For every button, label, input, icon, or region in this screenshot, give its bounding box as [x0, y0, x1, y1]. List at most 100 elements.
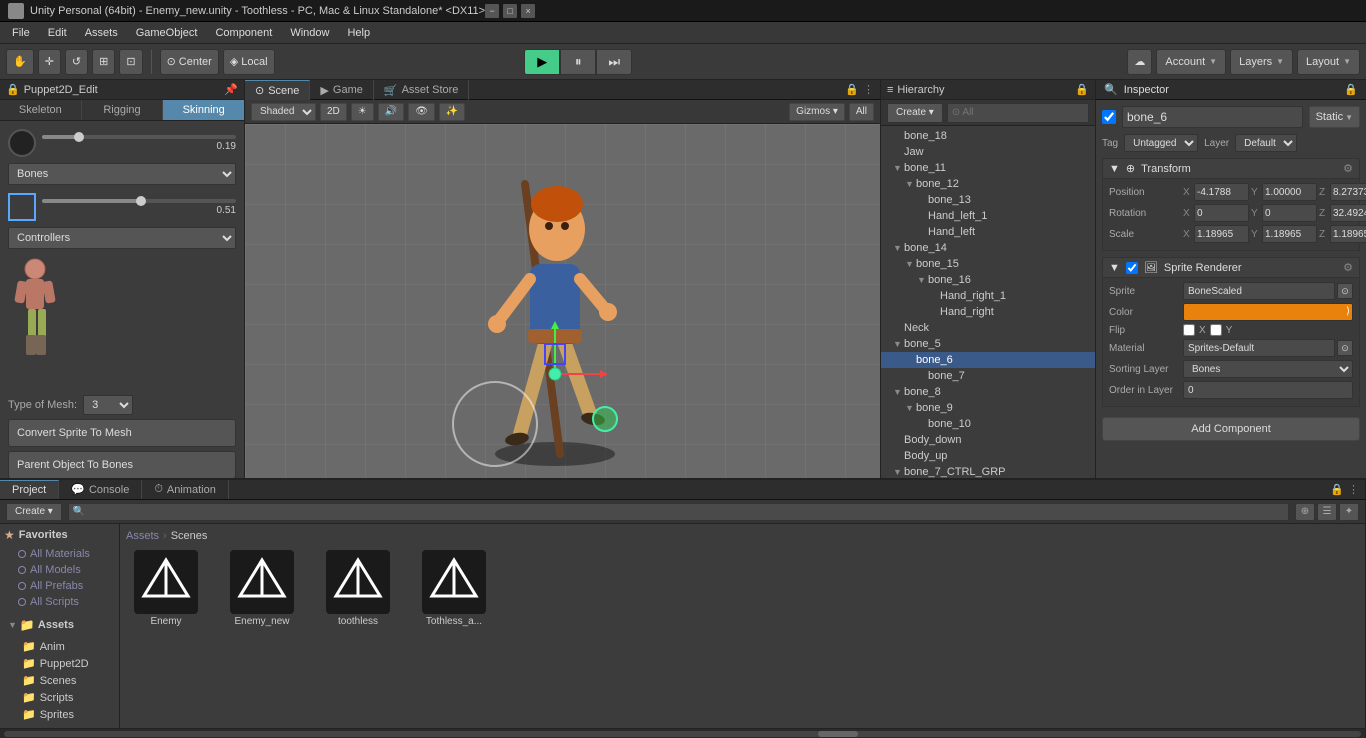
tree-item-bone12[interactable]: ▼bone_12 [881, 176, 1095, 192]
tree-item-bone11[interactable]: ▼bone_11 [881, 160, 1095, 176]
tree-item-jaw[interactable]: Jaw [881, 144, 1095, 160]
tree-item-hand-left[interactable]: Hand_left [881, 224, 1095, 240]
pos-x-input[interactable] [1194, 183, 1249, 201]
proj-icon-btn-1[interactable]: ⊕ [1295, 503, 1315, 521]
tree-item-body-up[interactable]: Body_up [881, 448, 1095, 464]
rot-z-input[interactable] [1330, 204, 1366, 222]
scrollbar-thumb[interactable] [818, 731, 858, 737]
convert-sprite-button[interactable]: Convert Sprite To Mesh [8, 419, 236, 447]
inspector-lock-icon[interactable]: 🔒 [1344, 83, 1358, 96]
controllers-dropdown[interactable]: Controllers [8, 227, 236, 249]
asset-enemy[interactable]: Enemy [126, 550, 206, 627]
breadcrumb-assets[interactable]: Assets [126, 530, 159, 542]
menu-window[interactable]: Window [282, 25, 337, 41]
tree-item-bone7ctrl-grp[interactable]: ▼bone_7_CTRL_GRP [881, 464, 1095, 478]
2d-button[interactable]: 2D [320, 103, 347, 121]
add-component-button[interactable]: Add Component [1102, 417, 1360, 441]
sprite-renderer-header[interactable]: ▼ 🖼 Sprite Renderer ⚙ [1102, 257, 1360, 278]
bottom-scrollbar[interactable] [0, 728, 1365, 738]
layer-select[interactable]: Default [1235, 134, 1297, 152]
color-field[interactable]: ⟩ [1183, 303, 1353, 321]
transform-component-header[interactable]: ▼ ⊕ Transform ⚙ [1102, 158, 1360, 179]
menu-assets[interactable]: Assets [77, 25, 126, 41]
slider-2-thumb[interactable] [136, 196, 146, 206]
flip-x-checkbox[interactable] [1183, 324, 1195, 336]
tree-item-bone5[interactable]: ▼bone_5 [881, 336, 1095, 352]
sprite-renderer-checkbox[interactable] [1126, 262, 1138, 274]
tree-item-neck[interactable]: Neck [881, 320, 1095, 336]
folder-puppet2d[interactable]: 📁 Puppet2D [4, 655, 115, 672]
hand-tool-button[interactable]: ✋ [6, 49, 34, 75]
folder-anim[interactable]: 📁 Anim [4, 638, 115, 655]
scale-x-input[interactable] [1194, 225, 1249, 243]
play-button[interactable]: ▶ [524, 49, 560, 75]
tab-skeleton[interactable]: Skeleton [0, 100, 82, 120]
puppet2d-pin-icon[interactable]: 📌 [224, 83, 238, 96]
tab-console[interactable]: 💬 Console [59, 480, 142, 499]
project-create-button[interactable]: Create ▾ [6, 503, 62, 521]
order-layer-input[interactable] [1183, 381, 1353, 399]
fx-button[interactable]: ✨ [439, 103, 465, 121]
hierarchy-lock-icon[interactable]: 🔒 [1075, 83, 1089, 96]
minimize-button[interactable]: − [485, 4, 499, 18]
tab-game[interactable]: ▶ Game [310, 80, 373, 100]
tree-item-bone8[interactable]: ▼bone_8 [881, 384, 1095, 400]
tree-item-body-down[interactable]: Body_down [881, 432, 1095, 448]
asset-tothless-a[interactable]: Tothless_a... [414, 550, 494, 627]
project-search-input[interactable] [68, 503, 1289, 521]
rotate-tool-button[interactable]: ↺ [65, 49, 88, 75]
tree-item-hand-left1[interactable]: Hand_left_1 [881, 208, 1095, 224]
tree-item-bone6[interactable]: bone_6 [881, 352, 1095, 368]
menu-edit[interactable]: Edit [40, 25, 75, 41]
all-button[interactable]: All [849, 103, 874, 121]
material-ref-btn[interactable]: ⊙ [1337, 340, 1353, 356]
tab-asset-store[interactable]: 🛒 Asset Store [374, 80, 470, 100]
close-button[interactable]: × [521, 4, 535, 18]
parent-object-button[interactable]: Parent Object To Bones [8, 451, 236, 478]
vr-button[interactable]: 👁 [408, 103, 435, 121]
rot-x-input[interactable] [1194, 204, 1249, 222]
sprite-ref-input[interactable] [1183, 282, 1335, 300]
flip-y-checkbox[interactable] [1210, 324, 1222, 336]
fav-all-scripts[interactable]: All Scripts [4, 594, 115, 610]
gizmos-button[interactable]: Gizmos ▾ [789, 103, 845, 121]
tree-item-bone13[interactable]: bone_13 [881, 192, 1095, 208]
scale-tool-button[interactable]: ⊞ [92, 49, 115, 75]
tree-item-bone15[interactable]: ▼bone_15 [881, 256, 1095, 272]
shaded-select[interactable]: Shaded [251, 103, 316, 121]
asset-toothless[interactable]: toothless [318, 550, 398, 627]
hierarchy-create-button[interactable]: Create ▾ [887, 103, 943, 123]
layers-dropdown[interactable]: Layers ▼ [1230, 49, 1293, 75]
folder-scenes[interactable]: 📁 Scenes [4, 672, 115, 689]
transform-settings-icon[interactable]: ⚙ [1343, 162, 1353, 175]
rot-y-input[interactable] [1262, 204, 1317, 222]
obj-name-input[interactable] [1122, 106, 1303, 128]
maximize-button[interactable]: □ [503, 4, 517, 18]
tree-item-bone14[interactable]: ▼bone_14 [881, 240, 1095, 256]
fav-all-materials[interactable]: All Materials [4, 546, 115, 562]
tree-item-bone16[interactable]: ▼bone_16 [881, 272, 1095, 288]
tree-item-bone18[interactable]: bone_18 [881, 128, 1095, 144]
slider-2-track[interactable] [42, 199, 236, 203]
proj-icon-btn-2[interactable]: ☰ [1317, 503, 1337, 521]
tree-item-bone10[interactable]: bone_10 [881, 416, 1095, 432]
cloud-button[interactable]: ☁ [1127, 49, 1152, 75]
slider-1-track[interactable] [42, 135, 236, 139]
asset-enemy-new[interactable]: Enemy_new [222, 550, 302, 627]
layout-dropdown[interactable]: Layout ▼ [1297, 49, 1360, 75]
tab-skinning[interactable]: Skinning [163, 100, 244, 120]
light-button[interactable]: ☀ [351, 103, 374, 121]
tree-item-bone7[interactable]: bone_7 [881, 368, 1095, 384]
folder-scripts[interactable]: 📁 Scripts [4, 689, 115, 706]
scale-y-input[interactable] [1262, 225, 1317, 243]
tag-select[interactable]: Untagged [1124, 134, 1198, 152]
folder-sprites[interactable]: 📁 Sprites [4, 706, 115, 723]
menu-help[interactable]: Help [339, 25, 378, 41]
tab-scene[interactable]: ⊙ Scene [245, 80, 310, 100]
menu-file[interactable]: File [4, 25, 38, 41]
obj-static-button[interactable]: Static ▼ [1309, 106, 1360, 128]
fav-all-prefabs[interactable]: All Prefabs [4, 578, 115, 594]
tab-animation[interactable]: ⏱ Animation [142, 480, 229, 499]
move-tool-button[interactable]: ✛ [38, 49, 61, 75]
sorting-layer-select[interactable]: Bones [1183, 360, 1353, 378]
